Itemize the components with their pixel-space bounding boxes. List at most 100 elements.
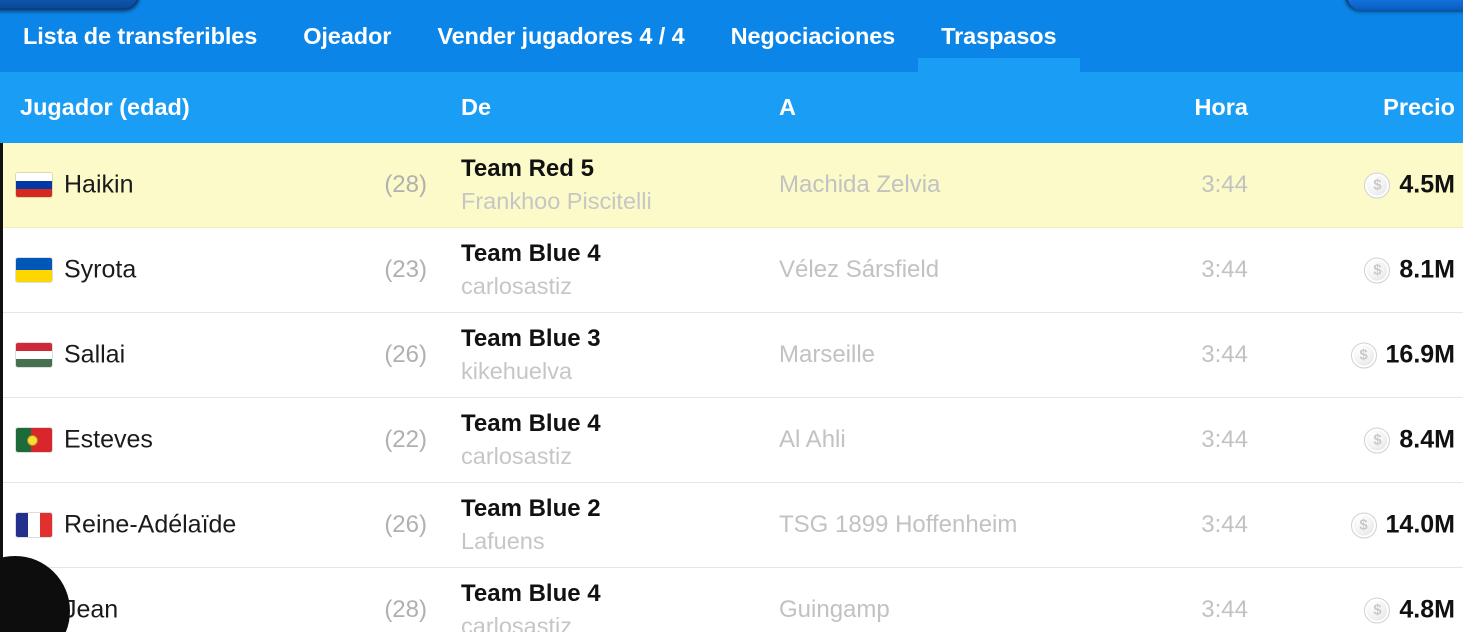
from-manager-name: carlosastiz [461,612,573,632]
brazil-flag [16,598,52,622]
from-cell: Team Blue 4 carlosastiz [461,579,601,632]
table-row[interactable]: Sallai (26) Team Blue 3 kikehuelva Marseille… [0,313,1463,398]
tab-negociaciones[interactable]: Negociaciones [708,0,919,72]
tab-lista-de-transferibles[interactable]: Lista de transferibles [0,0,280,72]
player-name: Sallai [64,340,126,369]
coin-glyph: $ [1373,176,1382,194]
coin-glyph: $ [1373,601,1382,619]
table-column-header: Jugador (edad) De A Hora Precio [0,72,1463,143]
player-name: Haikin [64,170,134,199]
from-manager-name: Lafuens [461,527,545,554]
from-manager-name: kikehuelva [461,357,573,384]
to-team-name: Machida Zelvia [779,171,941,198]
table-row[interactable]: Esteves (22) Team Blue 4 carlosastiz Al Ahli… [0,398,1463,483]
tab-vender-jugadores-4-4[interactable]: Vender jugadores 4 / 4 [414,0,707,72]
price-cell: $8.4M [1258,426,1455,455]
top-left-pill-decoration [0,0,140,10]
player-name: Jean [64,595,119,624]
player-age: (22) [384,426,427,453]
transfer-price: 14.0M [1385,510,1455,539]
table-row[interactable]: Syrota (23) Team Blue 4 carlosastiz Vélez Sá… [0,228,1463,313]
column-header-from[interactable]: De [461,72,491,143]
tab-strip: Lista de transferibles Ojeador Vender juga… [0,0,1080,72]
tab-bar: Lista de transferibles Ojeador Vender juga… [0,0,1463,72]
player-name: Reine-Adélaïde [64,510,237,539]
tab-label: Lista de transferibles [23,22,258,49]
tab-label: Vender jugadores 4 / 4 [437,22,685,49]
transfer-time: 3:44 [1201,171,1248,198]
tab-ojeador[interactable]: Ojeador [280,0,414,72]
tab-active-indicator [918,58,1080,72]
coin-glyph: $ [1359,516,1368,534]
from-cell: Team Blue 4 carlosastiz [461,239,601,299]
coin-glyph: $ [1373,431,1382,449]
coin-glyph: $ [1359,346,1368,364]
russia-flag [16,173,52,197]
france-flag [16,513,52,537]
to-team-name: Vélez Sársfield [779,256,940,283]
from-team-name: Team Blue 3 [461,324,601,352]
coin-icon: $ [1364,172,1391,198]
table-row[interactable]: Jean (28) Team Blue 4 carlosastiz Guingamp 3:… [0,568,1463,632]
player-age: (26) [384,341,427,368]
from-manager-name: Frankhoo Piscitelli [461,187,652,214]
transfer-price: 4.5M [1399,170,1455,199]
transfers-table-body: Haikin (28) Team Red 5 Frankhoo Piscitelli M… [0,143,1463,632]
transfer-price: 8.4M [1399,425,1455,454]
transfer-price: 4.8M [1399,595,1455,624]
from-cell: Team Blue 4 carlosastiz [461,409,601,469]
table-row[interactable]: Reine-Adélaïde (26) Team Blue 2 Lafuens TSG … [0,483,1463,568]
ukraine-flag [16,258,52,282]
price-cell: $4.5M [1258,171,1455,200]
price-cell: $8.1M [1258,256,1455,285]
column-header-player[interactable]: Jugador (edad) [20,72,190,143]
coin-icon: $ [1350,342,1377,368]
from-team-name: Team Blue 2 [461,494,601,522]
transfer-price: 8.1M [1399,255,1455,284]
column-header-time[interactable]: Hora [1080,72,1248,143]
from-team-name: Team Blue 4 [461,239,601,267]
transfers-screen: Lista de transferibles Ojeador Vender juga… [0,0,1463,632]
coin-icon: $ [1364,427,1391,453]
transfer-time: 3:44 [1201,341,1248,368]
to-team-name: Al Ahli [779,426,846,453]
price-cell: $4.8M [1258,596,1455,625]
top-right-pill-decoration [1345,0,1463,10]
player-age: (28) [384,171,427,198]
portugal-flag [16,428,52,452]
from-manager-name: carlosastiz [461,272,573,299]
coin-icon: $ [1350,512,1377,538]
column-header-to[interactable]: A [779,72,796,143]
to-team-name: Marseille [779,341,876,368]
player-name: Syrota [64,255,137,284]
player-age: (26) [384,511,427,538]
coin-icon: $ [1364,257,1391,283]
from-team-name: Team Red 5 [461,154,594,182]
transfer-time: 3:44 [1201,511,1248,538]
transfer-time: 3:44 [1201,596,1248,623]
player-age: (28) [384,596,427,623]
hungary-flag [16,343,52,367]
tab-label: Ojeador [303,22,392,49]
to-team-name: Guingamp [779,596,890,623]
transfer-price: 16.9M [1385,340,1455,369]
from-team-name: Team Blue 4 [461,409,601,437]
to-team-name: TSG 1899 Hoffenheim [779,511,1018,538]
coin-glyph: $ [1373,261,1382,279]
tab-traspasos[interactable]: Traspasos [918,0,1080,72]
tab-label: Traspasos [941,22,1057,49]
coin-icon: $ [1364,597,1391,623]
from-team-name: Team Blue 4 [461,579,601,607]
from-cell: Team Blue 3 kikehuelva [461,324,601,384]
from-cell: Team Blue 2 Lafuens [461,494,601,554]
table-row[interactable]: Haikin (28) Team Red 5 Frankhoo Piscitelli M… [0,143,1463,228]
price-cell: $16.9M [1258,341,1455,370]
from-manager-name: carlosastiz [461,442,573,469]
transfer-time: 3:44 [1201,256,1248,283]
player-age: (23) [384,256,427,283]
from-cell: Team Red 5 Frankhoo Piscitelli [461,154,652,214]
player-name: Esteves [64,425,153,454]
column-header-price[interactable]: Precio [1258,72,1455,143]
transfer-time: 3:44 [1201,426,1248,453]
price-cell: $14.0M [1258,511,1455,540]
